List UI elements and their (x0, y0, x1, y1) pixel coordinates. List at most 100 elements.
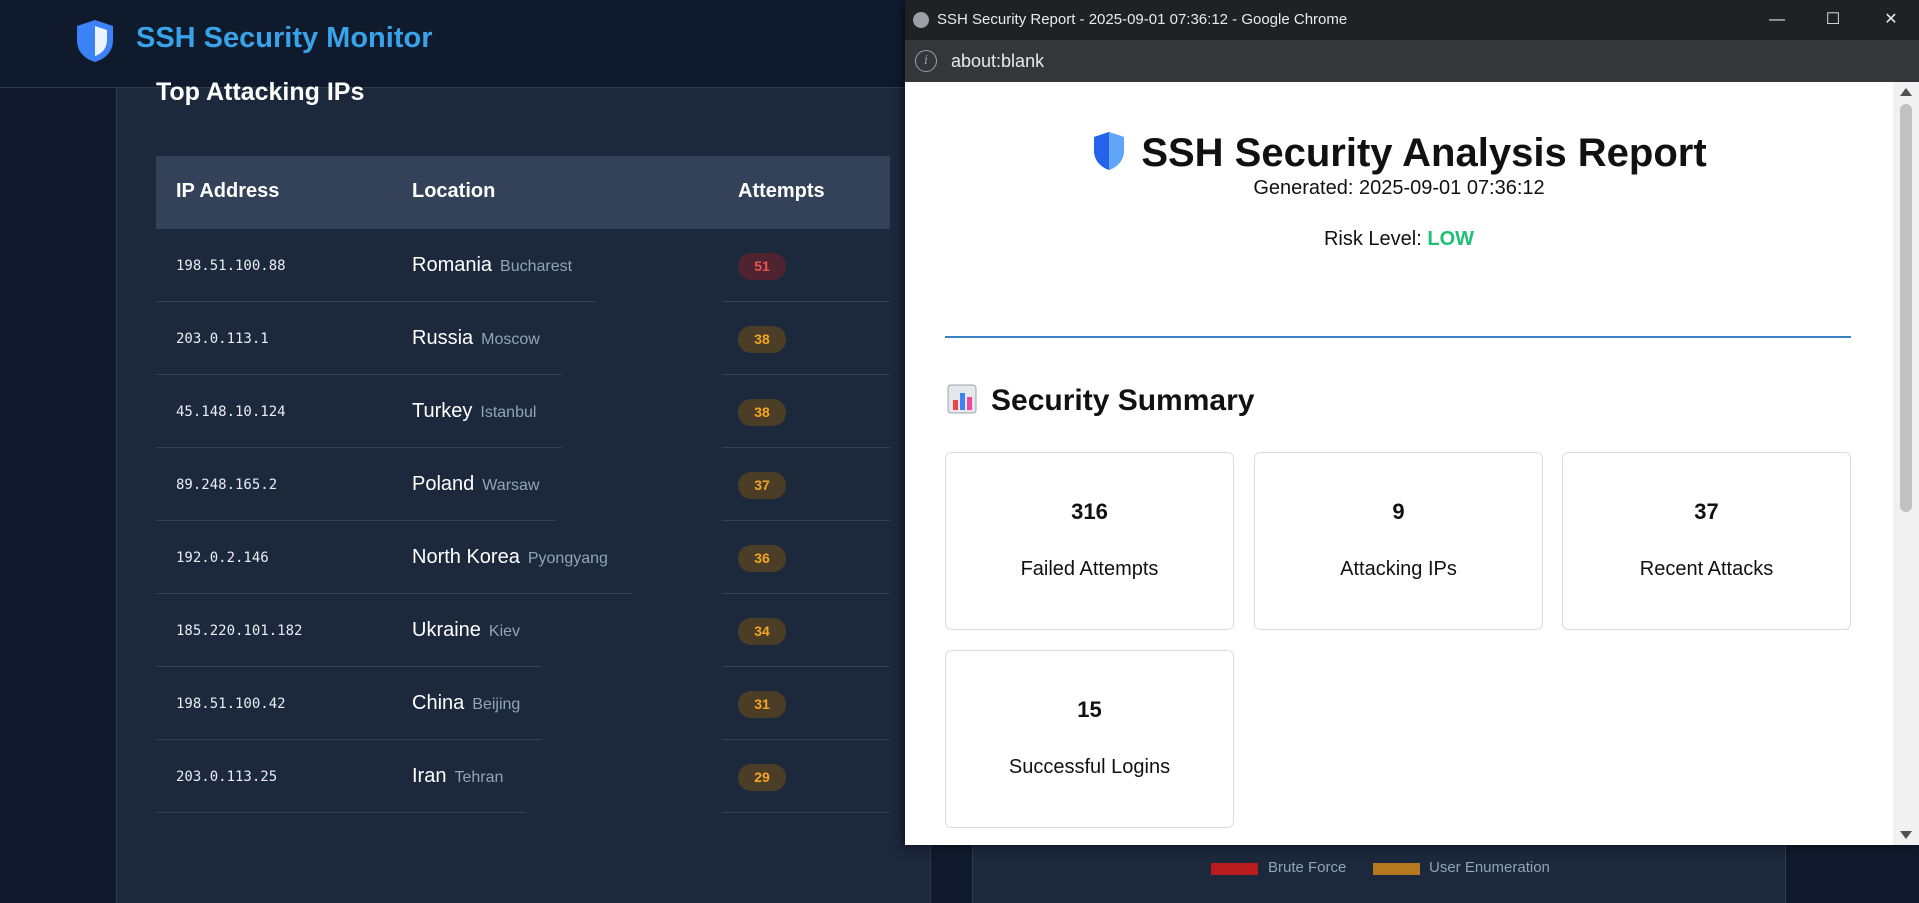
table-row[interactable]: 198.51.100.42 China Beijing 31 (156, 667, 890, 740)
country-name: Iran (412, 765, 447, 787)
city-name: Moscow (481, 331, 540, 348)
city-name: Warsaw (482, 477, 540, 494)
attempts-badge: 51 (738, 253, 786, 280)
country-name: Poland (412, 473, 475, 495)
location: Romania Bucharest (412, 254, 572, 277)
column-header-attempts[interactable]: Attempts (738, 180, 825, 203)
url-text[interactable]: about:blank (951, 51, 1044, 72)
ip-address: 198.51.100.88 (176, 258, 286, 274)
country-name: Russia (412, 327, 474, 349)
location: China Beijing (412, 692, 520, 715)
summary-title: Security Summary (991, 384, 1255, 417)
ip-address: 203.0.113.1 (176, 331, 269, 347)
ip-address: 192.0.2.146 (176, 550, 269, 566)
city-name: Istanbul (480, 404, 537, 421)
summary-card-successful-logins: 15 Successful Logins (945, 650, 1234, 828)
address-bar: i about:blank (905, 40, 1919, 82)
scroll-up-arrow-icon[interactable] (1900, 88, 1912, 96)
card-value: 15 (1077, 697, 1102, 722)
bar-chart-icon (947, 384, 977, 414)
divider (945, 336, 1851, 338)
generated-timestamp: Generated: 2025-09-01 07:36:12 (1253, 177, 1545, 199)
location: Poland Warsaw (412, 473, 539, 496)
card-value: 316 (1071, 499, 1108, 524)
risk-level-label: Risk Level: (1323, 228, 1428, 250)
summary-card-recent-attacks: 37 Recent Attacks (1562, 452, 1851, 630)
attempts-badge: 37 (738, 472, 786, 499)
report-title-row: SSH Security Analysis Report (905, 130, 1893, 176)
country-name: Ukraine (412, 619, 481, 641)
card-label: Successful Logins (1008, 756, 1171, 778)
table-row[interactable]: 185.220.101.182 Ukraine Kiev 34 (156, 594, 890, 667)
summary-card-failed-attempts: 316 Failed Attempts (945, 452, 1234, 630)
city-name: Pyongyang (527, 550, 608, 567)
city-name: Bucharest (500, 258, 573, 275)
table-row[interactable]: 192.0.2.146 North Korea Pyongyang 36 (156, 521, 890, 594)
legend-swatch-brute-force (1211, 863, 1258, 875)
column-header-location[interactable]: Location (412, 180, 495, 203)
attempts-badge: 34 (738, 618, 786, 645)
legend-label-user-enumeration[interactable]: User Enumeration (1429, 859, 1550, 876)
country-name: North Korea (412, 546, 520, 568)
scrollbar-thumb[interactable] (1900, 104, 1912, 512)
section-title: Top Attacking IPs (156, 78, 365, 106)
table-row[interactable]: 198.51.100.88 Romania Bucharest 51 (156, 229, 890, 302)
report-popup-window: SSH Security Report - 2025-09-01 07:36:1… (905, 0, 1919, 845)
risk-level: Risk Level: LOW (905, 228, 1893, 251)
maximize-button[interactable]: ☐ (1805, 0, 1861, 40)
attempts-badge: 38 (738, 326, 786, 353)
ip-address: 198.51.100.42 (176, 696, 286, 712)
risk-level-value: LOW (1427, 228, 1475, 250)
ip-address: 89.248.165.2 (176, 477, 278, 493)
table-body: 198.51.100.88 Romania Bucharest 51 203.0.113… (156, 229, 890, 813)
table-row[interactable]: 45.148.10.124 Turkey Istanbul 38 (156, 375, 890, 448)
chart-legend: Brute Force User Enumeration (972, 845, 1786, 903)
location: Russia Moscow (412, 327, 540, 350)
legend-swatch-user-enumeration (1373, 863, 1420, 875)
minimize-button[interactable]: — (1749, 0, 1805, 40)
country-name: China (412, 692, 465, 714)
location: Ukraine Kiev (412, 619, 520, 642)
country-name: Romania (412, 254, 493, 276)
city-name: Beijing (472, 696, 521, 713)
column-header-ip[interactable]: IP Address (176, 180, 279, 203)
city-name: Tehran (454, 769, 504, 786)
window-titlebar[interactable]: SSH Security Report - 2025-09-01 07:36:1… (905, 0, 1919, 40)
app-title: SSH Security Monitor (136, 22, 433, 54)
ip-address: 203.0.113.25 (176, 769, 278, 785)
report-page: SSH Security Analysis Report Generated: … (905, 82, 1893, 845)
legend-label-brute-force[interactable]: Brute Force (1268, 859, 1346, 876)
row-divider (156, 812, 526, 813)
page-scrollbar[interactable] (1893, 82, 1919, 845)
table-row[interactable]: 203.0.113.25 Iran Tehran 29 (156, 740, 890, 813)
globe-icon (913, 12, 929, 28)
close-button[interactable]: ✕ (1863, 0, 1919, 40)
summary-card-attacking-ips: 9 Attacking IPs (1254, 452, 1543, 630)
country-name: Turkey (412, 400, 473, 422)
attempts-badge: 29 (738, 764, 786, 791)
city-name: Kiev (488, 623, 521, 640)
location: Iran Tehran (412, 765, 503, 788)
card-label: Recent Attacks (1639, 558, 1774, 580)
card-value: 9 (1392, 499, 1405, 524)
row-divider (722, 812, 890, 813)
summary-heading: Security Summary (947, 384, 1254, 418)
table-header: IP Address Location Attempts (156, 156, 890, 229)
attempts-badge: 38 (738, 399, 786, 426)
table-row[interactable]: 89.248.165.2 Poland Warsaw 37 (156, 448, 890, 521)
card-value: 37 (1694, 499, 1719, 524)
card-label: Attacking IPs (1340, 558, 1457, 580)
ip-address: 45.148.10.124 (176, 404, 286, 420)
window-title: SSH Security Report - 2025-09-01 07:36:1… (937, 11, 1348, 28)
ip-address: 185.220.101.182 (176, 623, 303, 639)
attacking-ips-table: IP Address Location Attempts 198.51.100.… (156, 156, 890, 813)
location: Turkey Istanbul (412, 400, 536, 423)
scroll-down-arrow-icon[interactable] (1900, 831, 1912, 839)
info-icon[interactable]: i (915, 50, 937, 72)
shield-icon (1094, 132, 1125, 170)
location: North Korea Pyongyang (412, 546, 608, 569)
table-row[interactable]: 203.0.113.1 Russia Moscow 38 (156, 302, 890, 375)
card-label: Failed Attempts (1020, 558, 1159, 580)
report-title: SSH Security Analysis Report (1141, 131, 1707, 175)
attempts-badge: 31 (738, 691, 786, 718)
